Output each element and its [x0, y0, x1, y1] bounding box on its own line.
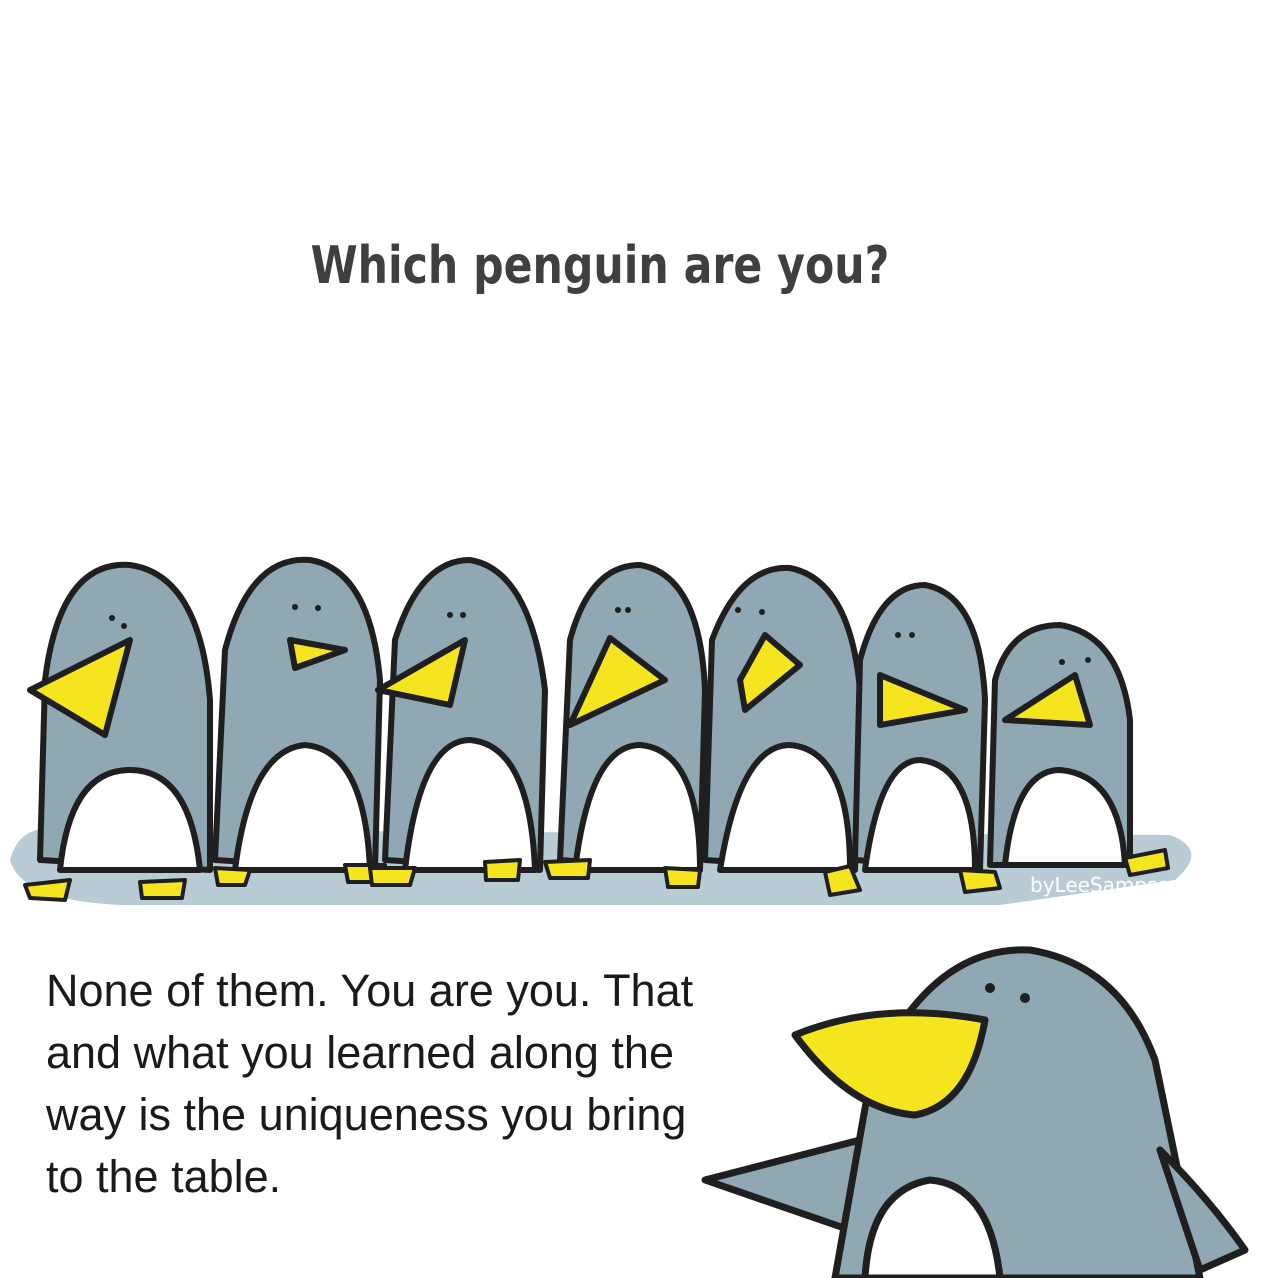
page-title: Which penguin are you?: [310, 236, 890, 296]
penguin-3: [368, 557, 548, 887]
penguin-group: [23, 556, 1170, 902]
penguin-1: [23, 561, 213, 902]
caption-text: None of them. You are you. That and what…: [46, 960, 766, 1208]
caption-line-3: way is the uniqueness you bring: [46, 1089, 687, 1140]
artist-signature: byLeeSampson: [1030, 873, 1183, 897]
penguin-6: [852, 582, 1002, 894]
caption-line-2: and what you learned along the: [46, 1027, 674, 1078]
caption-line-4: to the table.: [46, 1151, 282, 1202]
penguin-5: [702, 564, 863, 897]
large-penguin: [701, 946, 1249, 1278]
penguin-2: [212, 556, 387, 887]
caption-line-1: None of them. You are you. That: [46, 965, 694, 1016]
penguin-4: [543, 562, 708, 889]
